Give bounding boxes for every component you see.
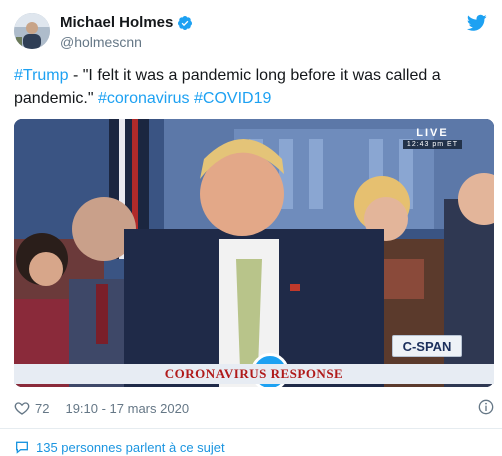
info-icon[interactable] [478, 399, 494, 415]
avatar[interactable] [14, 13, 50, 49]
live-label: LIVE [416, 127, 449, 139]
like-count[interactable]: 72 [35, 401, 49, 416]
tweet-meta: 72 19:10 - 17 mars 2020 [14, 398, 494, 418]
video-banner: CORONAVIRUS RESPONSE [14, 364, 494, 384]
hashtag-covid19[interactable]: #COVID19 [194, 90, 271, 107]
speech-bubble-icon [16, 441, 28, 454]
author-display-name[interactable]: Michael Holmes [60, 14, 173, 31]
divider [0, 428, 502, 429]
author-handle[interactable]: @holmescnn [60, 34, 142, 50]
tweet-card: Michael Holmes @holmescnn #Trump - "I fe… [0, 0, 502, 456]
tweet-timestamp[interactable]: 19:10 - 17 mars 2020 [65, 401, 189, 416]
hashtag-coronavirus[interactable]: #coronavirus [98, 90, 190, 107]
twitter-bird-icon[interactable] [467, 14, 487, 32]
conversation-label[interactable]: 135 personnes parlent à ce sujet [36, 440, 225, 455]
heart-icon[interactable] [14, 400, 30, 416]
live-time: 12:43 pm ET [402, 140, 462, 149]
conversation-link[interactable]: 135 personnes parlent à ce sujet [14, 439, 225, 455]
cspan-logo: C-SPAN [392, 335, 462, 357]
live-badge: LIVE 12:43 pm ET [402, 127, 462, 149]
verified-badge-icon [178, 15, 193, 30]
hashtag-trump[interactable]: #Trump [14, 67, 69, 84]
tweet-text: #Trump - "I felt it was a pandemic long … [14, 64, 484, 110]
author-name-row[interactable]: Michael Holmes [60, 14, 193, 31]
